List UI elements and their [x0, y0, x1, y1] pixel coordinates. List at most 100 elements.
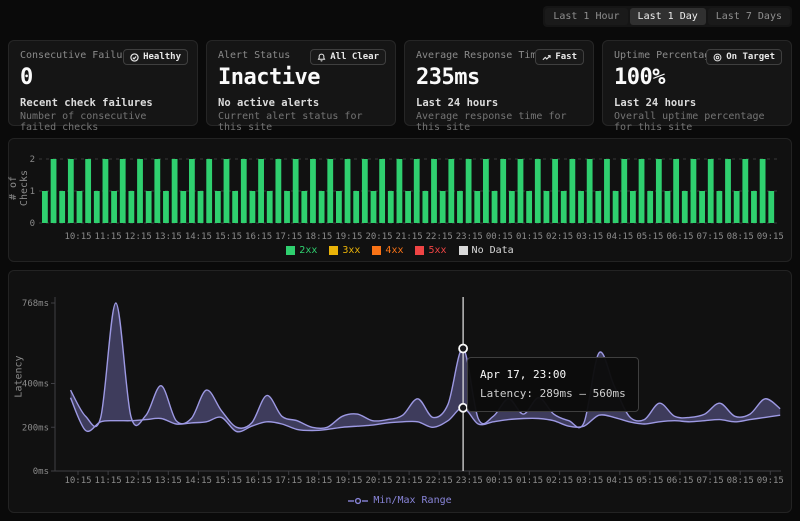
- svg-text:13:15: 13:15: [155, 232, 182, 242]
- stats-row: Consecutive Failures Healthy 0 Recent ch…: [8, 40, 792, 126]
- stat-value: 235ms: [416, 65, 582, 90]
- svg-text:08:15: 08:15: [727, 476, 754, 486]
- stat-subtitle: No active alerts: [218, 97, 384, 109]
- healthy-badge: Healthy: [123, 49, 188, 65]
- time-range-last-1-day-button[interactable]: Last 1 Day: [630, 8, 706, 25]
- legend-label: 4xx: [385, 245, 403, 256]
- svg-text:768ms: 768ms: [22, 299, 49, 309]
- stat-value: 100%: [614, 65, 780, 90]
- stat-card-alert-status: Alert Status All Clear Inactive No activ…: [206, 40, 396, 126]
- legend-item-3xx: 3xx: [329, 245, 360, 256]
- legend-swatch: [329, 246, 338, 255]
- stat-description: Overall uptime percentage for this site: [614, 111, 780, 133]
- latency-chart-panel: Latency 0ms200ms400ms768ms10:1511:1512:1…: [8, 270, 792, 513]
- svg-text:16:15: 16:15: [245, 232, 272, 242]
- svg-text:14:15: 14:15: [185, 476, 212, 486]
- legend-item-2xx: 2xx: [286, 245, 317, 256]
- svg-text:05:15: 05:15: [636, 476, 663, 486]
- legend-swatch: [286, 246, 295, 255]
- svg-text:05:15: 05:15: [636, 232, 663, 242]
- stat-subtitle: Last 24 hours: [614, 97, 780, 109]
- stat-description: Current alert status for this site: [218, 111, 384, 133]
- legend-label: No Data: [472, 245, 514, 256]
- check-circle-icon: [130, 53, 139, 62]
- latency-chart-legend: Min/Max Range: [9, 495, 791, 506]
- svg-text:06:15: 06:15: [666, 476, 693, 486]
- svg-text:22:15: 22:15: [426, 476, 453, 486]
- badge-label: Healthy: [143, 52, 181, 62]
- badge-label: Fast: [555, 52, 577, 62]
- svg-text:04:15: 04:15: [606, 232, 633, 242]
- svg-text:07:15: 07:15: [697, 476, 724, 486]
- svg-text:16:15: 16:15: [245, 476, 272, 486]
- bell-icon: [317, 53, 326, 62]
- svg-text:15:15: 15:15: [215, 476, 242, 486]
- stat-subtitle: Recent check failures: [20, 97, 186, 109]
- svg-text:17:15: 17:15: [275, 232, 302, 242]
- svg-text:09:15: 09:15: [757, 476, 784, 486]
- latency-range-chart[interactable]: 0ms200ms400ms768ms10:1511:1512:1513:1514…: [9, 271, 791, 486]
- legend-label: 3xx: [342, 245, 360, 256]
- svg-text:200ms: 200ms: [22, 423, 49, 433]
- svg-text:15:15: 15:15: [215, 232, 242, 242]
- stat-description: Average response time for this site: [416, 111, 582, 133]
- legend-swatch: [459, 246, 468, 255]
- svg-text:20:15: 20:15: [365, 476, 392, 486]
- on-target-badge: On Target: [706, 49, 782, 65]
- svg-text:00:15: 00:15: [486, 476, 513, 486]
- legend-item-no-data: No Data: [459, 245, 514, 256]
- svg-text:22:15: 22:15: [426, 232, 453, 242]
- legend-swatch: [415, 246, 424, 255]
- stat-value: Inactive: [218, 65, 384, 90]
- svg-text:21:15: 21:15: [396, 476, 423, 486]
- svg-text:400ms: 400ms: [22, 380, 49, 390]
- svg-text:10:15: 10:15: [64, 232, 91, 242]
- stat-card-consecutive-failures: Consecutive Failures Healthy 0 Recent ch…: [8, 40, 198, 126]
- minmax-range-legend-icon: [348, 496, 368, 506]
- svg-text:07:15: 07:15: [697, 232, 724, 242]
- svg-text:11:15: 11:15: [95, 232, 122, 242]
- svg-text:19:15: 19:15: [335, 232, 362, 242]
- legend-item-5xx: 5xx: [415, 245, 446, 256]
- svg-text:2: 2: [30, 155, 35, 165]
- svg-text:09:15: 09:15: [757, 232, 784, 242]
- svg-text:0ms: 0ms: [33, 467, 49, 477]
- legend-item-4xx: 4xx: [372, 245, 403, 256]
- svg-text:23:15: 23:15: [456, 476, 483, 486]
- svg-text:13:15: 13:15: [155, 476, 182, 486]
- legend-swatch: [372, 246, 381, 255]
- svg-text:12:15: 12:15: [125, 476, 152, 486]
- chart-tooltip: Apr 17, 23:00 Latency: 289ms – 560ms: [467, 357, 639, 412]
- tooltip-date: Apr 17, 23:00: [480, 366, 626, 385]
- target-icon: [713, 53, 722, 62]
- svg-text:02:15: 02:15: [546, 476, 573, 486]
- latency-legend-label: Min/Max Range: [373, 495, 451, 506]
- stat-card-uptime-percentage: Uptime Percentage On Target 100% Last 24…: [602, 40, 792, 126]
- svg-text:17:15: 17:15: [275, 476, 302, 486]
- svg-text:20:15: 20:15: [365, 232, 392, 242]
- stat-card-average-response-time: Average Response Time Fast 235ms Last 24…: [404, 40, 594, 126]
- time-range-last-7-days-button[interactable]: Last 7 Days: [708, 8, 790, 25]
- badge-label: All Clear: [330, 52, 379, 62]
- checks-bar-chart[interactable]: 01210:1511:1512:1513:1514:1515:1516:1517…: [9, 149, 791, 249]
- svg-text:1: 1: [30, 187, 35, 197]
- checks-chart-legend: 2xx 3xx 4xx 5xx No Data: [9, 245, 791, 256]
- svg-text:12:15: 12:15: [125, 232, 152, 242]
- svg-text:03:15: 03:15: [576, 476, 603, 486]
- svg-text:08:15: 08:15: [727, 232, 754, 242]
- svg-text:00:15: 00:15: [486, 232, 513, 242]
- time-range-last-1-hour-button[interactable]: Last 1 Hour: [545, 8, 627, 25]
- stat-description: Number of consecutive failed checks: [20, 111, 186, 133]
- trending-up-icon: [542, 53, 551, 62]
- svg-text:02:15: 02:15: [546, 232, 573, 242]
- time-range-selector: Last 1 Hour Last 1 Day Last 7 Days: [543, 6, 792, 27]
- svg-text:21:15: 21:15: [396, 232, 423, 242]
- checks-chart-panel: # of Checks 01210:1511:1512:1513:1514:15…: [8, 138, 792, 262]
- svg-text:0: 0: [30, 219, 35, 229]
- legend-label: 5xx: [428, 245, 446, 256]
- stat-subtitle: Last 24 hours: [416, 97, 582, 109]
- svg-text:19:15: 19:15: [335, 476, 362, 486]
- legend-label: 2xx: [299, 245, 317, 256]
- svg-text:10:15: 10:15: [64, 476, 91, 486]
- svg-text:04:15: 04:15: [606, 476, 633, 486]
